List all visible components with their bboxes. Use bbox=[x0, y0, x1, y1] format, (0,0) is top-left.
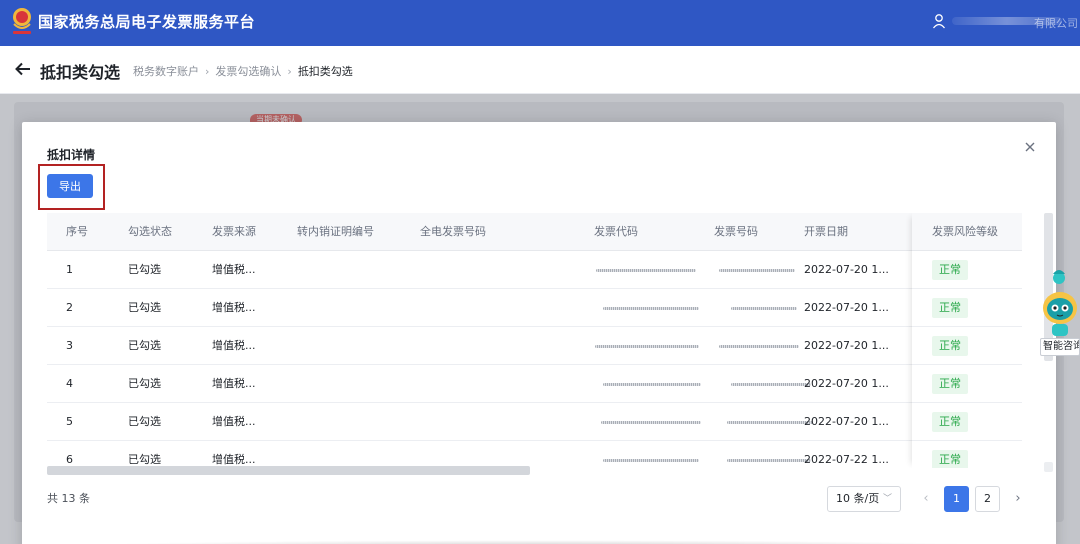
table-row[interactable]: 1 已勾选 增值税... 2022-07-20 1... 正常 bbox=[47, 251, 1022, 289]
chevron-down-icon: ﹀ bbox=[882, 494, 892, 504]
table-row[interactable]: 2 已勾选 增值税... 2022-07-20 1... 正常 bbox=[47, 289, 1022, 327]
chevron-left-icon[interactable]: ‹ bbox=[916, 486, 936, 512]
risk-tag: 正常 bbox=[932, 298, 968, 318]
cell-date: 2022-07-20 1... bbox=[804, 415, 889, 428]
user-icon[interactable] bbox=[932, 13, 946, 29]
table-row[interactable]: 5 已勾选 增值税... 2022-07-20 1... 正常 bbox=[47, 403, 1022, 441]
redacted-invoice-code bbox=[603, 307, 699, 310]
redacted-invoice-number bbox=[731, 383, 811, 386]
page-button-1[interactable]: 1 bbox=[944, 486, 969, 512]
breadcrumb: 税务数字账户 › 发票勾选确认 › 抵扣类勾选 bbox=[133, 63, 353, 79]
cell-risk: 正常 bbox=[932, 289, 968, 327]
cell-source: 增值税... bbox=[212, 377, 256, 390]
column-header-invoice-code: 发票代码 bbox=[594, 225, 638, 238]
cell-date: 2022-07-20 1... bbox=[804, 377, 889, 390]
page-size-select[interactable]: 10 条/页 ﹀ bbox=[827, 486, 901, 512]
chevron-right-icon[interactable]: › bbox=[1008, 486, 1028, 512]
assistant-label[interactable]: 智能咨询 bbox=[1040, 338, 1080, 356]
cell-seq: 3 bbox=[66, 339, 73, 352]
cell-seq: 4 bbox=[66, 377, 73, 390]
cell-status: 已勾选 bbox=[128, 339, 161, 352]
page-button-2[interactable]: 2 bbox=[975, 486, 1000, 512]
redacted-invoice-number bbox=[719, 269, 795, 272]
redacted-invoice-code bbox=[596, 269, 696, 272]
redacted-invoice-number bbox=[719, 345, 799, 348]
cell-status: 已勾选 bbox=[128, 301, 161, 314]
page-size-value: 10 条/页 bbox=[836, 492, 880, 505]
cell-seq: 1 bbox=[66, 263, 73, 276]
horizontal-scrollbar[interactable] bbox=[47, 466, 530, 475]
dialog-title: 抵扣详情 bbox=[47, 148, 96, 162]
top-header: 国家税务总局电子发票服务平台 有限公司 bbox=[0, 0, 1080, 46]
cell-status: 已勾选 bbox=[128, 377, 161, 390]
redacted-invoice-code bbox=[601, 421, 701, 424]
column-header-risk: 发票风险等级 bbox=[932, 225, 998, 238]
cell-date: 2022-07-20 1... bbox=[804, 339, 889, 352]
cell-date: 2022-07-22 1... bbox=[804, 453, 889, 466]
risk-tag: 正常 bbox=[932, 260, 968, 280]
column-header-full-invoice-no: 全电发票号码 bbox=[420, 225, 486, 238]
column-header-transfer-no: 转内销证明编号 bbox=[297, 225, 374, 238]
breadcrumb-separator: › bbox=[205, 64, 210, 78]
cell-source: 增值税... bbox=[212, 453, 256, 466]
cell-risk: 正常 bbox=[932, 327, 968, 365]
cell-risk: 正常 bbox=[932, 365, 968, 403]
risk-tag: 正常 bbox=[932, 336, 968, 356]
risk-tag: 正常 bbox=[932, 374, 968, 394]
redacted-invoice-number bbox=[731, 307, 797, 310]
cell-seq: 6 bbox=[66, 453, 73, 466]
back-arrow-icon[interactable] bbox=[14, 60, 32, 78]
redacted-invoice-number bbox=[727, 421, 813, 424]
column-header-date: 开票日期 bbox=[804, 225, 848, 238]
total-count: 共 13 条 bbox=[47, 492, 90, 505]
page-title: 抵扣类勾选 bbox=[40, 63, 121, 82]
column-header-seq: 序号 bbox=[66, 225, 88, 238]
cell-date: 2022-07-20 1... bbox=[804, 263, 889, 276]
column-header-invoice-number: 发票号码 bbox=[714, 225, 758, 238]
emblem-icon bbox=[13, 8, 31, 34]
export-button[interactable]: 导出 bbox=[47, 174, 93, 198]
site-title: 国家税务总局电子发票服务平台 bbox=[38, 13, 256, 31]
cell-seq: 5 bbox=[66, 415, 73, 428]
cell-status: 已勾选 bbox=[128, 415, 161, 428]
cell-date: 2022-07-20 1... bbox=[804, 301, 889, 314]
page-header: 抵扣类勾选 税务数字账户 › 发票勾选确认 › 抵扣类勾选 bbox=[0, 46, 1080, 94]
breadcrumb-item-confirm[interactable]: 发票勾选确认 bbox=[215, 63, 281, 79]
redacted-invoice-number bbox=[727, 459, 811, 462]
table-header: 序号 勾选状态 发票来源 转内销证明编号 全电发票号码 发票代码 发票号码 开票… bbox=[47, 213, 1022, 251]
cell-source: 增值税... bbox=[212, 301, 256, 314]
deduction-detail-dialog: 抵扣详情 导出 序号 勾选状态 发票来源 转内销证明编号 全电发票号码 发票代码… bbox=[22, 122, 1056, 544]
table-row[interactable]: 3 已勾选 增值税... 2022-07-20 1... 正常 bbox=[47, 327, 1022, 365]
breadcrumb-item-current: 抵扣类勾选 bbox=[297, 65, 353, 78]
cell-risk: 正常 bbox=[932, 251, 968, 289]
close-icon[interactable] bbox=[1024, 141, 1036, 153]
column-header-status: 勾选状态 bbox=[128, 225, 172, 238]
cell-source: 增值税... bbox=[212, 263, 256, 276]
risk-tag: 正常 bbox=[932, 450, 968, 468]
user-name[interactable]: 有限公司 bbox=[1034, 15, 1078, 31]
cell-status: 已勾选 bbox=[128, 453, 161, 466]
dialog-bottom-shadow bbox=[82, 540, 1002, 544]
robot-mascot-icon[interactable] bbox=[1038, 268, 1080, 338]
cell-risk: 正常 bbox=[932, 403, 968, 441]
vertical-scrollbar-track-end bbox=[1044, 462, 1053, 472]
redacted-invoice-code bbox=[603, 383, 701, 386]
breadcrumb-item-account[interactable]: 税务数字账户 bbox=[133, 63, 199, 79]
table-row[interactable]: 6 已勾选 增值税... 2022-07-22 1... 正常 bbox=[47, 441, 1022, 468]
table-row[interactable]: 4 已勾选 增值税... 2022-07-20 1... 正常 bbox=[47, 365, 1022, 403]
cell-seq: 2 bbox=[66, 301, 73, 314]
cell-status: 已勾选 bbox=[128, 263, 161, 276]
redacted-invoice-code bbox=[603, 459, 699, 462]
breadcrumb-separator: › bbox=[287, 64, 292, 78]
column-header-source: 发票来源 bbox=[212, 225, 256, 238]
cell-risk: 正常 bbox=[932, 441, 968, 468]
cell-source: 增值税... bbox=[212, 415, 256, 428]
deduction-table: 序号 勾选状态 发票来源 转内销证明编号 全电发票号码 发票代码 发票号码 开票… bbox=[47, 213, 1030, 468]
risk-tag: 正常 bbox=[932, 412, 968, 432]
redacted-invoice-code bbox=[595, 345, 699, 348]
cell-source: 增值税... bbox=[212, 339, 256, 352]
